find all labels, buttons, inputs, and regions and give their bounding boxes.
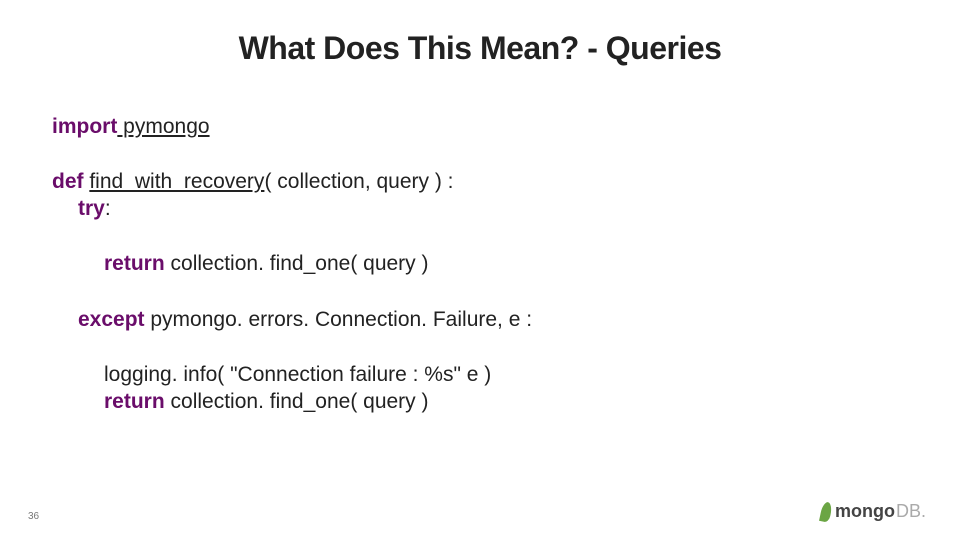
return-expr: collection. find_one( query ) [165,390,429,413]
logging-call: logging. info( "Connection failure : %s"… [104,363,491,386]
function-name: find_with_recovery [89,170,264,193]
blank-line [52,142,908,170]
code-line-def: def find_with_recovery( collection, quer… [52,170,908,194]
code-line-logging: logging. info( "Connection failure : %s"… [52,363,908,387]
code-line-try: try: [52,197,908,221]
slide: What Does This Mean? - Queries import py… [0,0,960,540]
module-name: pymongo [117,115,209,138]
code-line-return1: return collection. find_one( query ) [52,252,908,276]
keyword-import: import [52,115,117,138]
keyword-try: try [78,197,105,220]
code-line-import: import pymongo [52,115,908,139]
leaf-icon [819,501,833,523]
blank-line [52,280,908,308]
return-expr: collection. find_one( query ) [165,252,429,275]
logo-text-db: DB. [896,501,926,522]
slide-title: What Does This Mean? - Queries [0,30,960,67]
keyword-def: def [52,170,84,193]
page-number: 36 [28,511,39,522]
code-block: import pymongo def find_with_recovery( c… [52,115,908,417]
keyword-return: return [104,252,165,275]
code-line-return2: return collection. find_one( query ) [52,390,908,414]
mongodb-logo: mongoDB. [821,501,926,522]
keyword-return: return [104,390,165,413]
def-params: ( collection, query ) : [264,170,453,193]
code-line-except: except pymongo. errors. Connection. Fail… [52,308,908,332]
colon: : [105,197,111,220]
logo-text-mongo: mongo [835,501,895,522]
except-expr: pymongo. errors. Connection. Failure, e … [145,308,533,331]
keyword-except: except [78,308,145,331]
blank-line [52,224,908,252]
blank-line [52,335,908,363]
